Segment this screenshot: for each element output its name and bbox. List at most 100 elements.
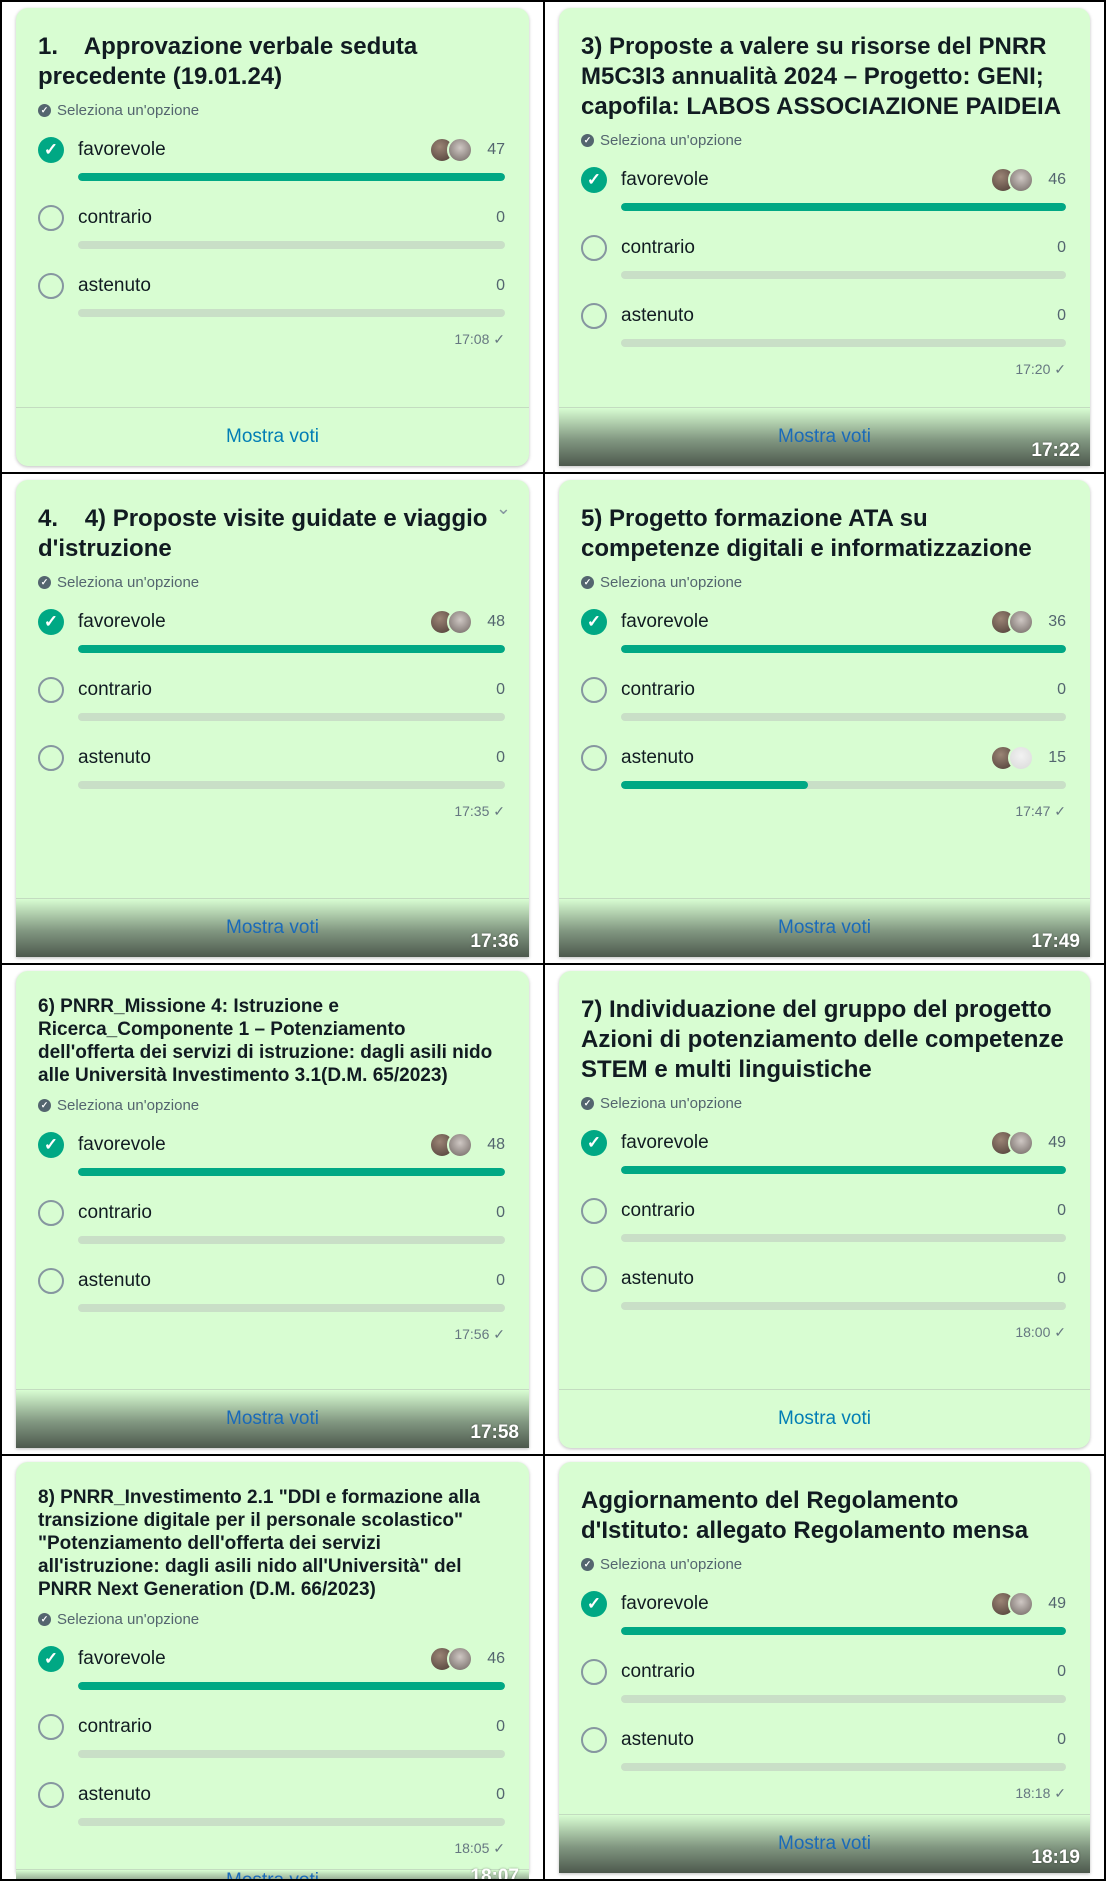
poll-option-astenuto[interactable]: astenuto 0 bbox=[38, 269, 505, 317]
checkmark-icon[interactable]: ✓ bbox=[38, 1646, 64, 1672]
option-label: contrario bbox=[621, 679, 695, 700]
vote-bar bbox=[621, 713, 1066, 721]
radio-icon[interactable] bbox=[38, 1200, 64, 1226]
poll-option-favorevole[interactable]: ✓ favorevole 49 bbox=[581, 1126, 1066, 1174]
poll-option-astenuto[interactable]: astenuto 0 bbox=[38, 1264, 505, 1312]
radio-icon[interactable] bbox=[581, 235, 607, 261]
poll-option-favorevole[interactable]: ✓ favorevole 46 bbox=[581, 163, 1066, 211]
poll-option-astenuto[interactable]: astenuto 0 bbox=[581, 1723, 1066, 1771]
timestamp: 18:00 ✓ bbox=[1015, 1324, 1066, 1340]
checkmark-icon[interactable]: ✓ bbox=[38, 137, 64, 163]
vote-count: 0 bbox=[496, 209, 505, 226]
poll-option-astenuto[interactable]: astenuto 0 bbox=[581, 1262, 1066, 1310]
show-votes-button[interactable]: Mostra voti bbox=[16, 407, 529, 466]
chevron-down-icon[interactable]: ⌄ bbox=[496, 498, 511, 519]
check-circle-icon: ✓ bbox=[38, 1613, 51, 1626]
poll-option-contrario[interactable]: contrario 0 bbox=[38, 673, 505, 721]
poll-card: 8) PNRR_Investimento 2.1 "DDI e formazio… bbox=[16, 1462, 529, 1879]
radio-icon[interactable] bbox=[581, 1266, 607, 1292]
vote-count: 0 bbox=[1057, 239, 1066, 256]
radio-icon[interactable] bbox=[581, 677, 607, 703]
vote-bar-fill bbox=[621, 1627, 1066, 1635]
show-votes-button[interactable]: Mostra voti 17:49 bbox=[559, 898, 1090, 957]
radio-icon[interactable] bbox=[581, 1727, 607, 1753]
poll-option-contrario[interactable]: contrario 0 bbox=[581, 231, 1066, 279]
hint-text: Seleziona un'opzione bbox=[57, 1097, 200, 1114]
vote-bar-fill bbox=[78, 645, 505, 653]
radio-icon[interactable] bbox=[581, 745, 607, 771]
option-label: favorevole bbox=[621, 611, 709, 632]
poll-option-favorevole[interactable]: ✓ favorevole 48 bbox=[38, 1128, 505, 1176]
poll-card: 6) PNRR_Missione 4: Istruzione e Ricerca… bbox=[16, 971, 529, 1448]
poll-option-contrario[interactable]: contrario 0 bbox=[581, 673, 1066, 721]
checkmark-icon[interactable]: ✓ bbox=[581, 167, 607, 193]
show-votes-button[interactable]: Mostra voti 17:36 bbox=[16, 898, 529, 957]
vote-bar-fill bbox=[621, 645, 1066, 653]
show-votes-label: Mostra voti bbox=[778, 1833, 871, 1854]
vote-bar bbox=[78, 309, 505, 317]
radio-icon[interactable] bbox=[581, 303, 607, 329]
poll-option-favorevole[interactable]: ✓ favorevole 48 bbox=[38, 605, 505, 653]
screenshot-time: 17:49 bbox=[1031, 931, 1080, 952]
poll-option-astenuto[interactable]: astenuto 15 bbox=[581, 741, 1066, 789]
poll-option-favorevole[interactable]: ✓ favorevole 47 bbox=[38, 133, 505, 181]
show-votes-label: Mostra voti bbox=[226, 1408, 319, 1429]
avatar bbox=[447, 137, 473, 163]
show-votes-button[interactable]: Mostra voti 18:07 bbox=[16, 1866, 529, 1881]
option-label: contrario bbox=[78, 1202, 152, 1223]
radio-icon[interactable] bbox=[38, 1782, 64, 1808]
option-label: astenuto bbox=[78, 1270, 151, 1291]
radio-icon[interactable] bbox=[581, 1659, 607, 1685]
poll-option-contrario[interactable]: contrario 0 bbox=[581, 1655, 1066, 1703]
option-label: favorevole bbox=[78, 1648, 166, 1669]
option-label: astenuto bbox=[78, 747, 151, 768]
cell-2: 3) Proposte a valere su risorse del PNRR… bbox=[545, 0, 1106, 474]
screenshot-time: 18:19 bbox=[1031, 1847, 1080, 1868]
checkmark-icon[interactable]: ✓ bbox=[581, 609, 607, 635]
timestamp: 17:56 ✓ bbox=[454, 1326, 505, 1342]
voter-avatars bbox=[990, 167, 1034, 193]
avatar bbox=[1008, 1591, 1034, 1617]
checkmark-icon[interactable]: ✓ bbox=[38, 609, 64, 635]
poll-option-astenuto[interactable]: astenuto 0 bbox=[581, 299, 1066, 347]
radio-icon[interactable] bbox=[38, 1714, 64, 1740]
radio-icon[interactable] bbox=[581, 1198, 607, 1224]
screenshot-time: 17:58 bbox=[470, 1422, 519, 1443]
poll-option-favorevole[interactable]: ✓ favorevole 36 bbox=[581, 605, 1066, 653]
hint-text: Seleziona un'opzione bbox=[600, 1556, 743, 1573]
poll-option-contrario[interactable]: contrario 0 bbox=[38, 1710, 505, 1758]
select-hint: ✓ Seleziona un'opzione bbox=[581, 1556, 1066, 1573]
radio-icon[interactable] bbox=[38, 205, 64, 231]
show-votes-button[interactable]: Mostra voti 17:22 bbox=[559, 407, 1090, 466]
avatar bbox=[1008, 609, 1034, 635]
vote-bar bbox=[621, 781, 1066, 789]
screenshot-time: 18:07 bbox=[470, 1866, 519, 1881]
radio-icon[interactable] bbox=[38, 1268, 64, 1294]
checkmark-icon[interactable]: ✓ bbox=[581, 1130, 607, 1156]
vote-bar bbox=[78, 1236, 505, 1244]
radio-icon[interactable] bbox=[38, 273, 64, 299]
poll-option-contrario[interactable]: contrario 0 bbox=[38, 201, 505, 249]
poll-option-favorevole[interactable]: ✓ favorevole 46 bbox=[38, 1642, 505, 1690]
poll-option-astenuto[interactable]: astenuto 0 bbox=[38, 1778, 505, 1826]
show-votes-button[interactable]: Mostra voti bbox=[559, 1389, 1090, 1448]
option-label: contrario bbox=[621, 1200, 695, 1221]
poll-option-favorevole[interactable]: ✓ favorevole 49 bbox=[581, 1587, 1066, 1635]
show-votes-button[interactable]: Mostra voti 17:58 bbox=[16, 1389, 529, 1448]
radio-icon[interactable] bbox=[38, 745, 64, 771]
vote-count: 0 bbox=[496, 1204, 505, 1221]
vote-count: 0 bbox=[496, 749, 505, 766]
vote-count: 0 bbox=[496, 277, 505, 294]
poll-option-astenuto[interactable]: astenuto 0 bbox=[38, 741, 505, 789]
checkmark-icon[interactable]: ✓ bbox=[38, 1132, 64, 1158]
vote-bar bbox=[78, 781, 505, 789]
radio-icon[interactable] bbox=[38, 677, 64, 703]
vote-bar bbox=[621, 1763, 1066, 1771]
checkmark-icon[interactable]: ✓ bbox=[581, 1591, 607, 1617]
poll-option-contrario[interactable]: contrario 0 bbox=[581, 1194, 1066, 1242]
poll-card: 1. Approvazione verbale seduta precedent… bbox=[16, 8, 529, 466]
vote-bar bbox=[78, 241, 505, 249]
vote-bar bbox=[621, 1695, 1066, 1703]
poll-option-contrario[interactable]: contrario 0 bbox=[38, 1196, 505, 1244]
show-votes-button[interactable]: Mostra voti 18:19 bbox=[559, 1814, 1090, 1873]
